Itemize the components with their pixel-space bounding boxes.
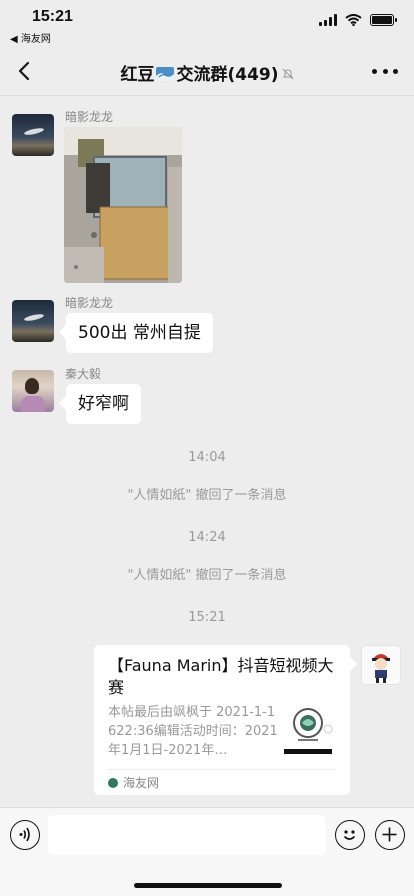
card-description: 本帖最后由飒枫于 2021-1-1622:36编辑活动时间：2021年1月1日-… — [108, 705, 278, 758]
timestamp: 14:04 — [188, 450, 226, 465]
night-sky-avatar[interactable] — [12, 300, 54, 342]
message-bubble[interactable]: 好窄啊 — [66, 384, 141, 424]
emoji-icon[interactable] — [335, 820, 365, 850]
night-sky-avatar[interactable] — [12, 114, 54, 156]
plus-icon[interactable] — [375, 820, 405, 850]
source-logo-icon — [108, 777, 118, 788]
flag-emoji-icon — [156, 67, 175, 81]
card-source-label: 海友网 — [123, 776, 160, 790]
card-title: 【Fauna Marin】抖音短视频大赛 — [108, 656, 334, 697]
message-bubble[interactable]: 500出 常州自提 — [66, 313, 213, 353]
cartoon-avatar-graphic — [372, 654, 390, 683]
back-to-app-link[interactable]: ◀ 海友网 — [10, 30, 51, 45]
sender-name: 秦大毅 — [65, 367, 102, 381]
card-thumbnail — [280, 701, 336, 757]
card-logo-icon — [284, 708, 333, 754]
aquarium-photo-graphic — [64, 127, 182, 283]
group-title-part1: 红豆 — [120, 65, 155, 85]
input-bar — [0, 807, 414, 896]
chat-header: 红豆 交流群(449) — [0, 46, 414, 96]
timestamp: 15:21 — [188, 610, 226, 625]
timestamp: 14:24 — [188, 530, 226, 545]
sender-name: 暗影龙龙 — [65, 296, 114, 310]
mute-icon — [282, 68, 293, 80]
signal-icon — [319, 14, 337, 26]
group-title[interactable]: 红豆 交流群(449) — [0, 60, 414, 85]
recall-notice: "人情如紙" 撤回了一条消息 — [127, 488, 287, 503]
wifi-icon — [345, 14, 362, 26]
card-divider — [108, 769, 336, 770]
aquarium-photo[interactable] — [64, 127, 182, 283]
girl-avatar[interactable] — [12, 370, 54, 412]
battery-icon — [370, 14, 397, 26]
link-card[interactable]: 【Fauna Marin】抖音短视频大赛 本帖最后由飒枫于 2021-1-162… — [94, 645, 350, 795]
sender-name: 暗影龙龙 — [65, 110, 114, 124]
status-icons — [319, 14, 397, 26]
member-count: (449) — [227, 65, 279, 85]
self-avatar[interactable] — [361, 645, 401, 685]
status-time: 15:21 — [32, 8, 73, 25]
chat-area[interactable]: 暗影龙龙 暗影龙龙 500出 常州自提 秦大毅 好窄啊 14:04 "人情如紙"… — [0, 97, 414, 807]
home-indicator[interactable] — [134, 883, 282, 888]
voice-icon[interactable] — [10, 820, 40, 850]
more-icon[interactable] — [372, 58, 398, 84]
message-input[interactable] — [48, 815, 326, 855]
group-title-part2: 交流群 — [176, 65, 228, 85]
status-bar: 15:21 ◀ 海友网 — [0, 0, 414, 46]
card-source: 海友网 — [108, 774, 159, 791]
recall-notice: "人情如紙" 撤回了一条消息 — [127, 568, 287, 583]
